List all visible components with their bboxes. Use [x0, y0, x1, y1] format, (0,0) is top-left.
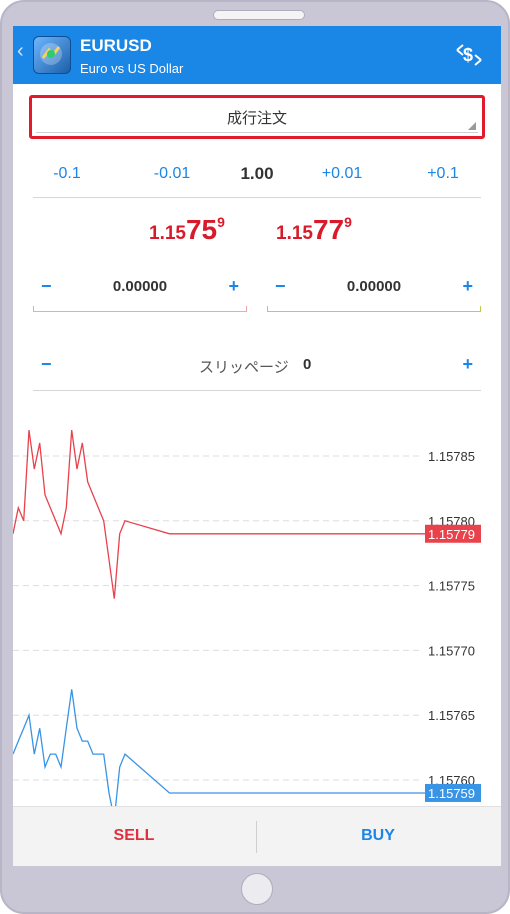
symbol-title: EURUSD	[80, 36, 152, 55]
trade-buttons-bar: SELL BUY	[13, 806, 501, 866]
buy-button[interactable]: BUY	[318, 827, 438, 845]
button-divider	[256, 821, 257, 853]
y-tick-label: 1.15770	[428, 643, 475, 658]
sell-price-pips: 75	[185, 214, 218, 245]
y-tick-label: 1.15785	[428, 449, 475, 464]
take-profit-value[interactable]: 0.00000	[267, 278, 481, 295]
home-button[interactable]	[241, 873, 273, 905]
stop-loss-stepper: − 0.00000 +	[33, 274, 247, 312]
y-tick-label: 1.15775	[428, 579, 475, 594]
stop-loss-plus-button[interactable]: +	[228, 276, 239, 297]
volume-minus-small-button[interactable]: -0.01	[142, 165, 202, 183]
order-type-label: 成行注文	[226, 110, 287, 127]
take-profit-underline	[267, 306, 481, 312]
dropdown-corner-icon	[468, 122, 476, 130]
slippage-value[interactable]: 0	[303, 356, 311, 373]
volume-plus-small-button[interactable]: +0.01	[312, 165, 372, 183]
slippage-minus-button[interactable]: −	[41, 354, 52, 375]
tick-chart: 1.157851.157801.157751.157701.157651.157…	[13, 430, 481, 806]
order-type-selector[interactable]: 成行注文	[29, 95, 485, 139]
app-header: ‹ EURUSD Euro vs US Dollar $	[13, 26, 501, 84]
sell-price-prefix: 1.15	[149, 223, 186, 244]
take-profit-stepper: − 0.00000 +	[267, 274, 481, 312]
take-profit-plus-button[interactable]: +	[462, 276, 473, 297]
buy-price-pips: 77	[312, 214, 345, 245]
last-price-label: 1.15759	[428, 786, 475, 801]
order-screen: ‹ EURUSD Euro vs US Dollar $ 成行注文 -0.1 -…	[13, 26, 501, 866]
volume-row: -0.1 -0.01 1.00 +0.01 +0.1	[33, 163, 481, 198]
ask-price-line	[13, 689, 481, 806]
trade-switch-icon[interactable]: $	[453, 40, 485, 70]
last-price-label: 1.15779	[428, 527, 475, 542]
buy-price: 1.15779	[276, 214, 352, 246]
volume-value[interactable]: 1.00	[227, 164, 287, 184]
stop-loss-value[interactable]: 0.00000	[33, 278, 247, 295]
svg-text:$: $	[463, 45, 473, 65]
phone-speaker	[213, 10, 305, 20]
sell-price: 1.15759	[149, 214, 225, 246]
sell-button[interactable]: SELL	[74, 827, 194, 845]
app-logo[interactable]	[33, 36, 71, 74]
slippage-stepper: − スリッページ 0 +	[33, 352, 481, 391]
stop-loss-underline	[33, 306, 247, 312]
sell-price-fraction: 9	[217, 214, 225, 230]
volume-plus-large-button[interactable]: +0.1	[413, 165, 473, 183]
phone-frame: ‹ EURUSD Euro vs US Dollar $ 成行注文 -0.1 -…	[0, 0, 510, 914]
buy-price-prefix: 1.15	[276, 223, 313, 244]
bid-price-line	[13, 430, 481, 599]
symbol-description: Euro vs US Dollar	[80, 61, 184, 76]
slippage-label: スリッページ	[199, 359, 289, 376]
chevron-left-icon[interactable]: ‹	[17, 40, 24, 63]
volume-minus-large-button[interactable]: -0.1	[37, 165, 97, 183]
y-tick-label: 1.15765	[428, 708, 475, 723]
order-type-field: 成行注文	[36, 101, 478, 133]
buy-price-fraction: 9	[344, 214, 352, 230]
slippage-plus-button[interactable]: +	[462, 354, 473, 375]
